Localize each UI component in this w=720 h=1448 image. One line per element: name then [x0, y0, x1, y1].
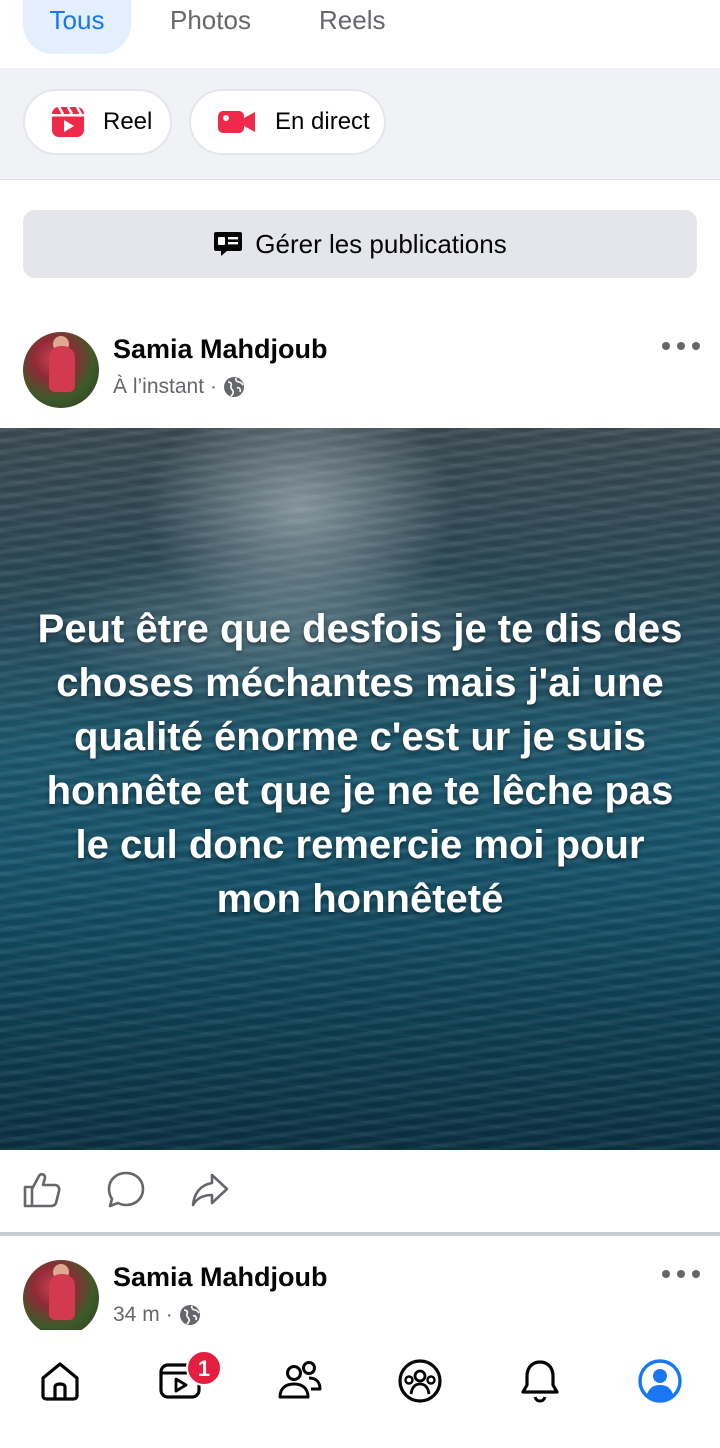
- avatar[interactable]: [23, 332, 99, 408]
- more-options-icon[interactable]: [662, 1262, 700, 1286]
- author-name[interactable]: Samia Mahdjoub: [113, 330, 328, 368]
- post-meta: À l’instant ·: [113, 372, 245, 402]
- comment-icon[interactable]: [106, 1170, 146, 1210]
- tab-photos[interactable]: Photos: [170, 0, 251, 54]
- post-actions: [0, 1150, 720, 1232]
- create-reel-button[interactable]: Reel: [23, 89, 172, 155]
- manage-posts-icon: [213, 230, 243, 258]
- post-time[interactable]: 34 m: [113, 1300, 160, 1330]
- meta-separator: ·: [210, 375, 218, 398]
- post-separator: [0, 1232, 720, 1236]
- bell-icon[interactable]: [517, 1358, 563, 1404]
- live-video-icon: [217, 105, 257, 139]
- create-row: Reel En direct: [0, 68, 720, 180]
- manage-posts-button[interactable]: Gérer les publications: [23, 210, 697, 278]
- friends-icon[interactable]: [277, 1358, 323, 1404]
- author-name[interactable]: Samia Mahdjoub: [113, 1258, 328, 1296]
- post-meta: 34 m ·: [113, 1300, 201, 1330]
- filter-tabs: Tous Photos Reels: [0, 0, 720, 68]
- tab-reels[interactable]: Reels: [319, 0, 385, 54]
- create-reel-label: Reel: [103, 108, 153, 135]
- post-time[interactable]: À l’instant: [113, 372, 204, 402]
- groups-icon[interactable]: [397, 1358, 443, 1404]
- globe-icon[interactable]: [223, 376, 245, 398]
- avatar[interactable]: [23, 1260, 99, 1336]
- post-header: Samia Mahdjoub À l’instant ·: [0, 330, 720, 420]
- profile-icon[interactable]: [637, 1358, 683, 1404]
- globe-icon[interactable]: [179, 1304, 201, 1326]
- more-options-icon[interactable]: [662, 334, 700, 358]
- home-icon[interactable]: [37, 1358, 83, 1404]
- bottom-nav: 1: [0, 1330, 720, 1448]
- tab-all[interactable]: Tous: [23, 0, 131, 54]
- post-text: Peut être que desfois je te dis des chos…: [37, 607, 683, 921]
- go-live-button[interactable]: En direct: [189, 89, 386, 155]
- post-image[interactable]: Peut être que desfois je te dis des chos…: [0, 428, 720, 1150]
- reel-icon: [51, 105, 85, 139]
- video-notification-badge: 1: [186, 1350, 222, 1386]
- manage-posts-label: Gérer les publications: [255, 228, 507, 259]
- share-icon[interactable]: [190, 1170, 230, 1210]
- go-live-label: En direct: [275, 108, 370, 135]
- like-icon[interactable]: [22, 1170, 62, 1210]
- meta-separator: ·: [165, 1303, 173, 1326]
